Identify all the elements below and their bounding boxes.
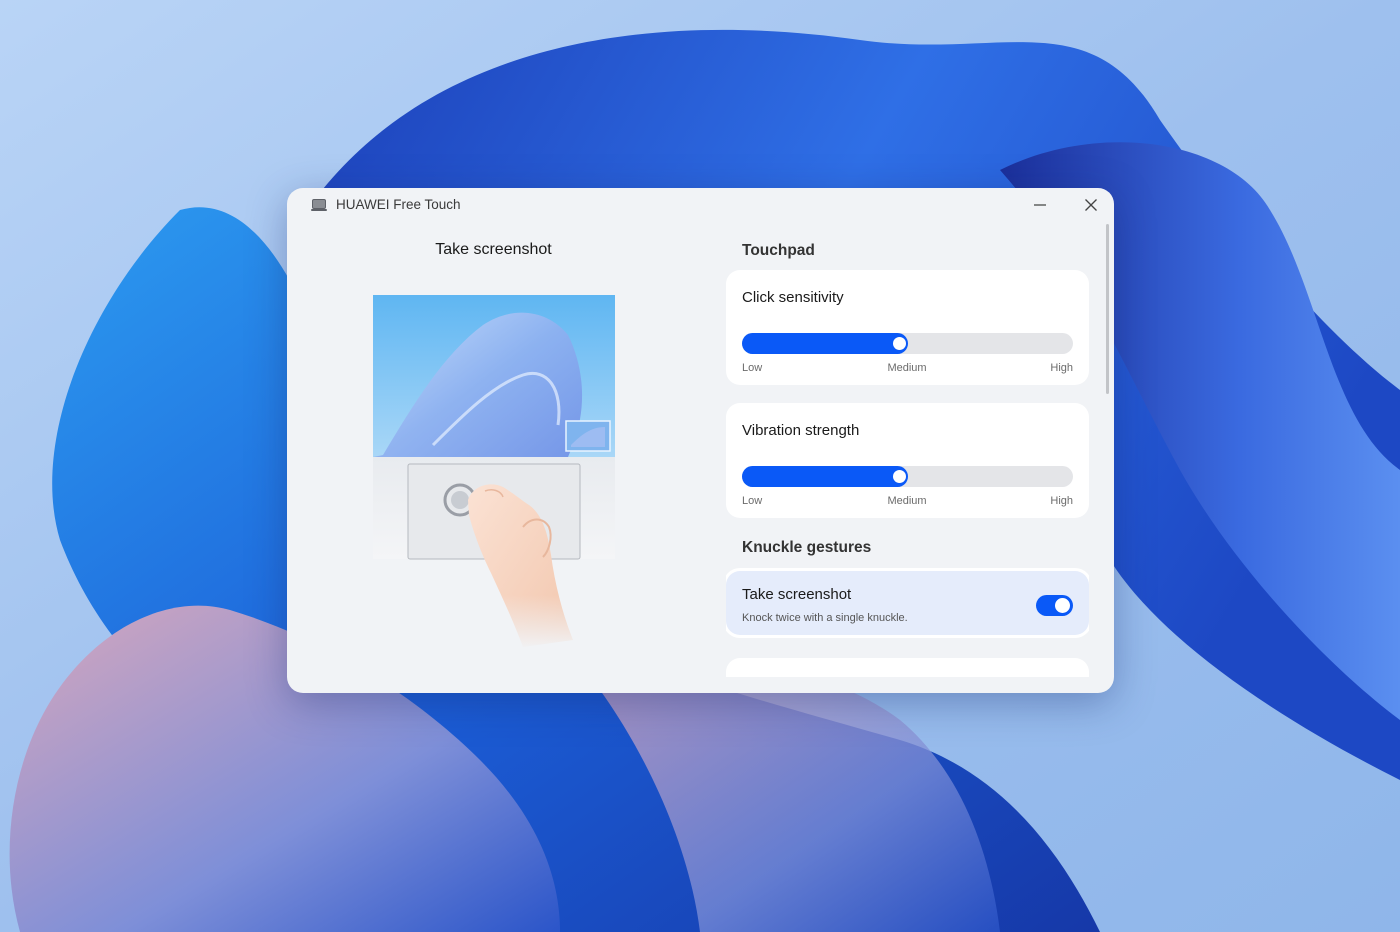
settings-panel: Touchpad Click sensitivity Low Medium Hi…	[726, 232, 1089, 677]
vibration-strength-card: Vibration strength Low Medium High	[726, 403, 1089, 518]
click-sensitivity-tick-low: Low	[742, 362, 763, 374]
vibration-strength-slider-thumb[interactable]	[893, 470, 906, 483]
laptop-icon	[311, 198, 327, 212]
gesture-preview-title: Take screenshot	[435, 241, 552, 258]
close-button[interactable]	[1078, 194, 1104, 216]
vibration-strength-slider[interactable]	[742, 466, 1073, 487]
close-icon	[1085, 199, 1097, 211]
vibration-strength-label: Vibration strength	[742, 422, 860, 439]
minimize-button[interactable]	[1027, 194, 1053, 216]
vibration-strength-slider-fill	[742, 466, 908, 487]
click-sensitivity-slider-fill	[742, 333, 908, 354]
vibration-strength-tick-low: Low	[742, 495, 763, 507]
touchpad-section-title: Touchpad	[742, 242, 815, 259]
click-sensitivity-tick-medium: Medium	[887, 362, 927, 374]
take-screenshot-title: Take screenshot	[742, 586, 852, 603]
window-title: HUAWEI Free Touch	[336, 197, 461, 212]
toggle-knob	[1055, 598, 1070, 613]
next-setting-card[interactable]	[726, 658, 1089, 677]
click-sensitivity-tick-high: High	[1050, 362, 1073, 374]
knuckle-screenshot-illustration	[373, 295, 615, 650]
vibration-strength-tick-high: High	[1050, 495, 1073, 507]
click-sensitivity-slider-thumb[interactable]	[893, 337, 906, 350]
title-bar: HUAWEI Free Touch	[287, 188, 1114, 222]
take-screenshot-toggle[interactable]	[1036, 595, 1073, 616]
minimize-icon	[1034, 204, 1046, 206]
app-window: HUAWEI Free Touch Take screenshot Touchp…	[287, 188, 1114, 693]
take-screenshot-setting[interactable]: Take screenshot Knock twice with a singl…	[726, 571, 1089, 635]
knuckle-gestures-section-title: Knuckle gestures	[742, 539, 872, 556]
click-sensitivity-card: Click sensitivity Low Medium High	[726, 270, 1089, 385]
vibration-strength-tick-medium: Medium	[887, 495, 927, 507]
take-screenshot-description: Knock twice with a single knuckle.	[742, 612, 908, 624]
scrollbar-thumb[interactable]	[1106, 224, 1109, 394]
click-sensitivity-slider[interactable]	[742, 333, 1073, 354]
click-sensitivity-label: Click sensitivity	[742, 289, 844, 306]
